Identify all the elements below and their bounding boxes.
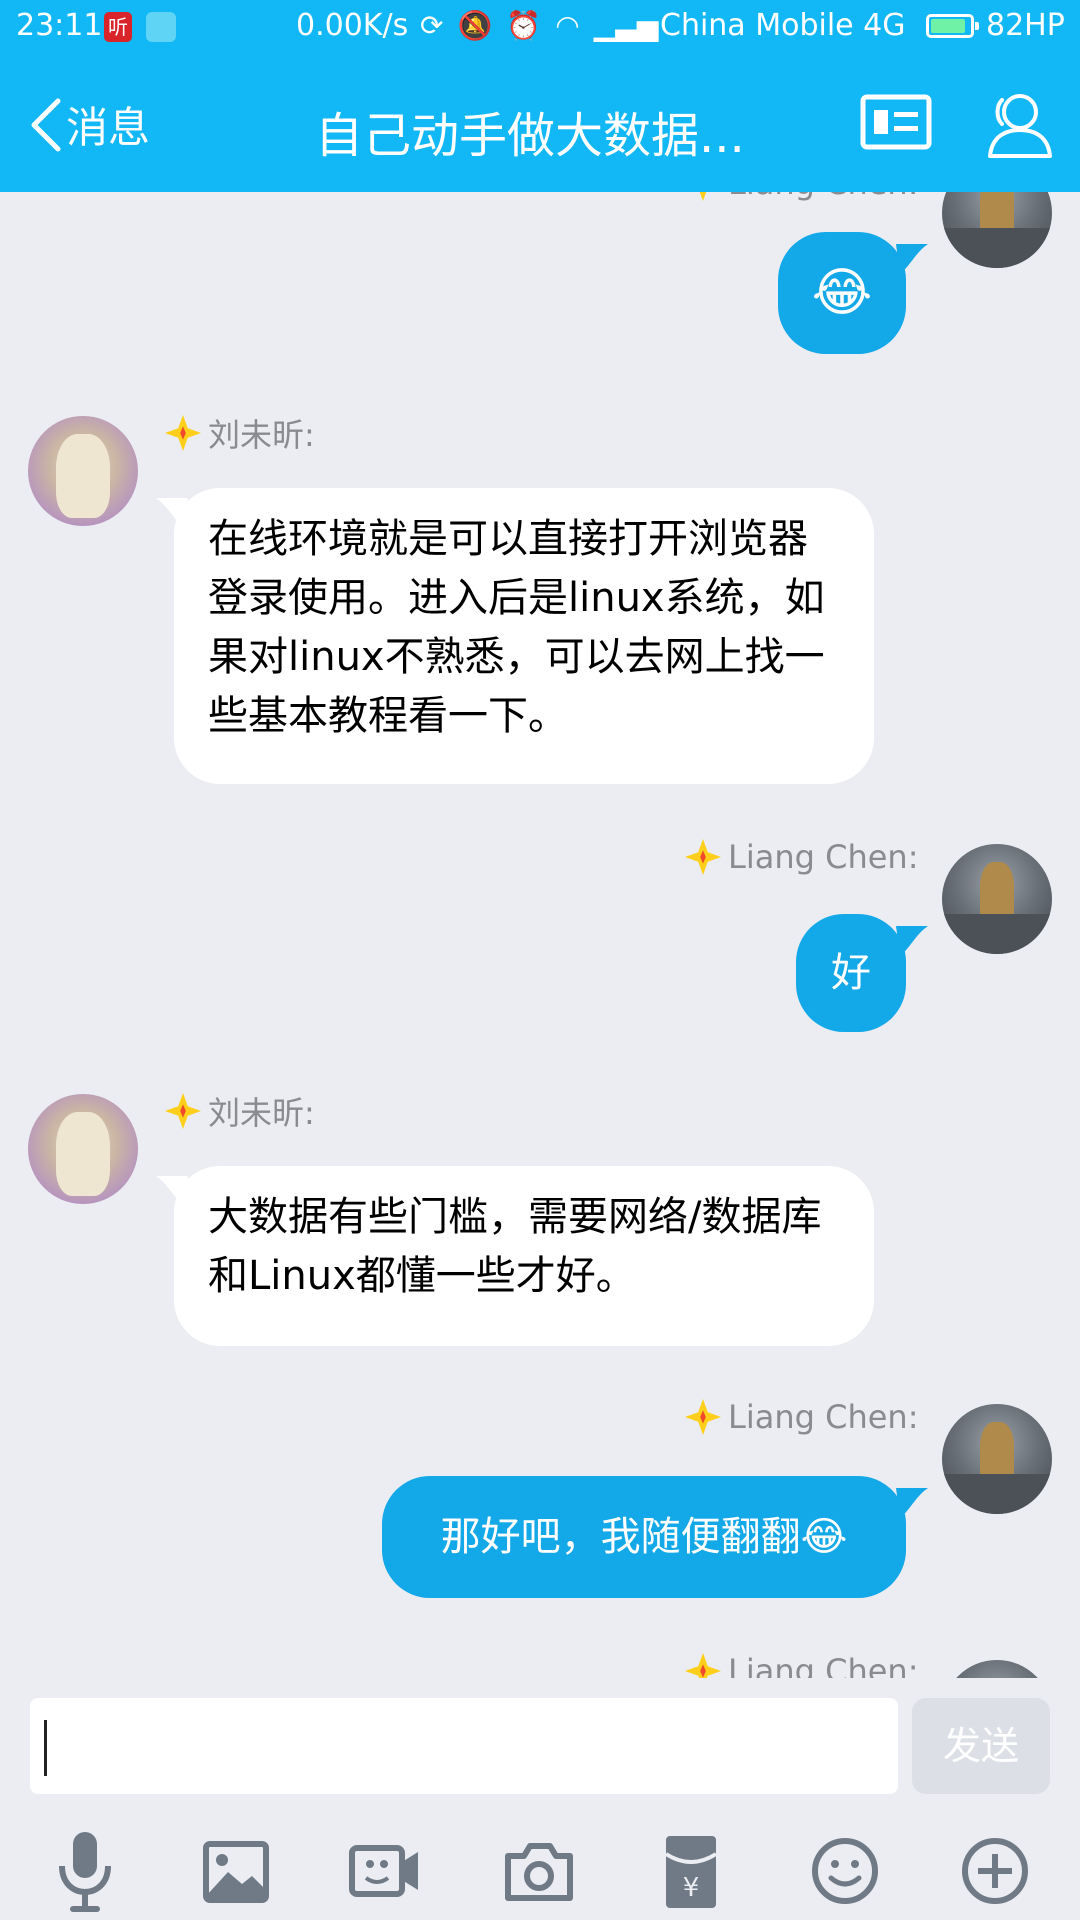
chat-messages[interactable]: Liang Chen: 😂 刘未昕: 在线环境就是可以直接打开浏览器登录使用。进… — [0, 192, 1080, 1678]
my-avatar[interactable] — [942, 192, 1052, 268]
carrier-label: China Mobile 4G — [660, 8, 906, 43]
message-bubble-outgoing[interactable]: 那好吧，我随便翻翻😂 — [382, 1476, 906, 1598]
status-icons: ⟳ 🔕 ⏰ ◠ ▁▃▅ — [420, 9, 658, 42]
plus-icon[interactable] — [950, 1826, 1040, 1916]
sync-icon: ⟳ — [420, 9, 444, 42]
contact-avatar[interactable] — [28, 416, 138, 526]
level-star-icon — [699, 192, 707, 202]
input-bar: 发送 ¥ — [0, 1678, 1080, 1920]
video-call-icon[interactable] — [338, 1826, 428, 1916]
bubble-tail — [896, 244, 928, 274]
sender-name: 刘未昕: — [164, 1088, 315, 1134]
wifi-icon: ◠ — [555, 9, 580, 42]
message-bubble-incoming[interactable]: 大数据有些门槛，需要网络/数据库和Linux都懂一些才好。 — [174, 1166, 874, 1346]
status-bar: 23:11 听 0.00K/s ⟳ 🔕 ⏰ ◠ ▁▃▅ China Mobile… — [0, 0, 1080, 56]
network-speed: 0.00K/s — [296, 8, 409, 43]
battery-label: 82HP — [986, 8, 1065, 43]
camera-icon[interactable] — [494, 1826, 584, 1916]
back-label: 消息 — [66, 103, 151, 152]
message-input[interactable] — [30, 1698, 898, 1794]
sender-name: Liang Chen: — [684, 1398, 918, 1436]
back-button[interactable]: 消息 — [26, 94, 150, 155]
contact-avatar[interactable] — [28, 1094, 138, 1204]
my-avatar[interactable] — [942, 1660, 1052, 1678]
my-avatar[interactable] — [942, 1404, 1052, 1514]
alarm-icon: ⏰ — [506, 9, 542, 42]
signal-icon: ▁▃▅ — [593, 9, 659, 42]
svg-text:¥: ¥ — [683, 1873, 700, 1903]
message-bubble-outgoing[interactable]: 😂 — [778, 232, 906, 354]
header: 23:11 听 0.00K/s ⟳ 🔕 ⏰ ◠ ▁▃▅ China Mobile… — [0, 0, 1080, 192]
microphone-icon[interactable] — [40, 1826, 130, 1916]
message-bubble-incoming[interactable]: 在线环境就是可以直接打开浏览器登录使用。进入后是linux系统，如果对linux… — [174, 488, 874, 784]
emoji-icon[interactable] — [800, 1826, 890, 1916]
chevron-left-icon — [31, 98, 61, 151]
my-avatar[interactable] — [942, 844, 1052, 954]
level-star-icon — [684, 1652, 722, 1678]
image-icon[interactable] — [190, 1826, 280, 1916]
bubble-tail — [896, 926, 928, 956]
status-time: 23:11 — [16, 8, 103, 43]
profile-card-icon[interactable] — [860, 94, 932, 150]
nav-bar: 消息 自己动手做大数据... — [0, 56, 1080, 192]
toolbar: ¥ — [0, 1826, 1080, 1920]
bubble-tail — [896, 1488, 928, 1518]
mute-icon: 🔕 — [457, 9, 493, 42]
sender-name: 刘未昕: — [164, 410, 315, 456]
level-star-icon — [684, 1398, 722, 1436]
battery-icon — [926, 14, 979, 38]
sender-name: Liang Chen: — [684, 192, 918, 202]
group-members-icon[interactable] — [980, 86, 1056, 162]
chat-title: 自己动手做大数据... — [315, 108, 745, 164]
level-star-icon — [164, 414, 202, 452]
message-bubble-outgoing[interactable]: 好 — [796, 914, 906, 1032]
level-star-icon — [684, 838, 722, 876]
text-cursor — [44, 1720, 47, 1776]
app-notification-icon: 听 — [104, 12, 132, 42]
send-button[interactable]: 发送 — [912, 1698, 1050, 1794]
cloud-notification-icon — [146, 12, 176, 42]
level-star-icon — [164, 1092, 202, 1130]
sender-name: Liang Chen: — [684, 838, 918, 876]
sender-name: Liang Chen: — [684, 1652, 918, 1678]
red-packet-icon[interactable]: ¥ — [646, 1826, 736, 1916]
